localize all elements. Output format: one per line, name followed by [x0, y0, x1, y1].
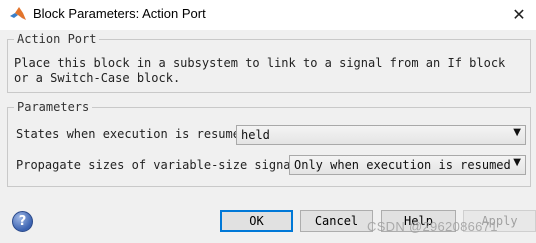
states-select[interactable]: held ▼ [236, 125, 526, 145]
chevron-down-icon: ▼ [513, 127, 521, 138]
chevron-down-icon: ▼ [513, 157, 521, 168]
matlab-logo-icon [10, 7, 26, 20]
window-title: Block Parameters: Action Port [33, 6, 206, 21]
csdn-watermark: CSDN @2962086671 [367, 219, 498, 234]
parameters-group: Parameters States when execution is resu… [7, 100, 531, 187]
help-icon[interactable]: ? [12, 211, 33, 232]
parameters-legend: Parameters [14, 100, 93, 114]
propagate-sizes-label: Propagate sizes of variable-size signals… [16, 158, 313, 172]
ok-button[interactable]: OK [220, 210, 293, 232]
cancel-button[interactable]: Cancel [300, 210, 373, 232]
action-port-legend: Action Port [14, 32, 100, 46]
action-port-group: Action Port Place this block in a subsys… [7, 32, 531, 93]
close-button[interactable]: ✕ [502, 0, 536, 30]
propagate-sizes-select[interactable]: Only when execution is resumed ▼ [289, 155, 526, 175]
states-select-value: held [241, 128, 270, 142]
propagate-sizes-select-value: Only when execution is resumed [294, 158, 511, 172]
block-description: Place this block in a subsystem to link … [14, 56, 506, 85]
title-bar: Block Parameters: Action Port ✕ [0, 0, 536, 30]
states-label: States when execution is resumed: [16, 127, 255, 141]
